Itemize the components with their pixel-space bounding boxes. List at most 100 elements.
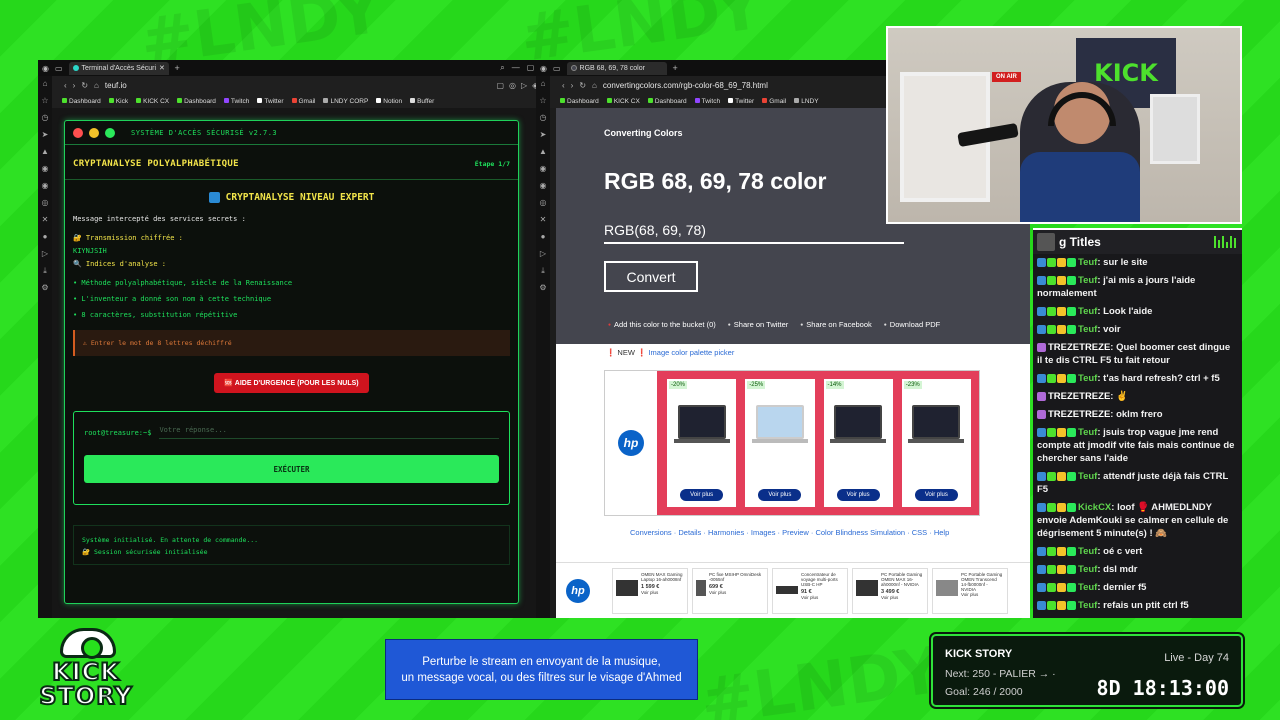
minimize-dot-icon[interactable] [89, 127, 99, 138]
chat-username[interactable]: TREZETREZE [1048, 342, 1110, 353]
bookmark-item[interactable]: Dashboard [647, 98, 687, 105]
forward-icon[interactable]: › [73, 81, 76, 90]
chat-username[interactable]: Teuf [1078, 600, 1097, 611]
close-dot-icon[interactable] [73, 127, 83, 138]
settings-icon[interactable]: ⚙ [41, 284, 48, 292]
ad-product[interactable]: PC Portable Gaming OMEN Transcend 14-fb0… [932, 567, 1008, 614]
hp-advertisement[interactable]: hp -20% Voir plus -25% Voir plus -14% Vo… [604, 370, 980, 516]
play-icon[interactable]: ▷ [540, 250, 546, 258]
camera-icon[interactable]: ◎ [509, 81, 516, 90]
ai-icon[interactable]: ▲ [539, 148, 547, 156]
see-more-button[interactable]: Voir plus [836, 489, 880, 501]
menu-icon[interactable]: ◉ [540, 64, 547, 73]
tabs-icon[interactable]: ▭ [55, 64, 63, 73]
maximize-dot-icon[interactable] [105, 127, 115, 138]
settings-icon[interactable]: ⚙ [539, 284, 546, 292]
bookmark-item[interactable]: KICK CX [606, 98, 640, 105]
download-icon[interactable]: ⤓ [43, 267, 47, 275]
chat-username[interactable]: Teuf [1078, 427, 1097, 438]
star-icon[interactable]: ☆ [41, 97, 48, 105]
history-icon[interactable]: ◷ [540, 114, 547, 122]
bookmark-item[interactable]: Dashboard [62, 98, 101, 105]
chat-username[interactable]: KickCX [1078, 502, 1111, 513]
x-icon[interactable]: ✕ [540, 216, 547, 224]
share-facebook-link[interactable]: Share on Facebook [800, 320, 871, 329]
chat-username[interactable]: Teuf [1078, 373, 1097, 384]
ad-product[interactable]: -20% Voir plus [667, 379, 737, 507]
ad-product[interactable]: -25% Voir plus [745, 379, 815, 507]
spotify-icon[interactable]: ● [541, 233, 546, 241]
home-icon[interactable]: ⌂ [43, 80, 48, 88]
bookmark-item[interactable]: LNDY [794, 98, 819, 105]
chat-username[interactable]: Teuf [1078, 275, 1097, 286]
bookmark-item[interactable]: Kick [108, 98, 128, 105]
url-field[interactable]: teuf.io [105, 81, 491, 90]
bookmark-item[interactable]: Twitch [694, 98, 720, 105]
chat-username[interactable]: Teuf [1078, 564, 1097, 575]
chat-username[interactable]: Teuf [1078, 471, 1097, 482]
share-twitter-link[interactable]: Share on Twitter [728, 320, 788, 329]
reload-icon[interactable]: ↻ [81, 81, 88, 90]
instagram-icon[interactable]: ◎ [540, 199, 547, 207]
execute-button[interactable]: EXÉCUTER [84, 455, 499, 483]
back-icon[interactable]: ‹ [562, 81, 565, 90]
chat-username[interactable]: TREZETREZE [1048, 409, 1110, 420]
send-icon[interactable]: ➤ [42, 131, 49, 139]
menu-icon[interactable]: ◉ [42, 64, 49, 73]
see-more-link[interactable]: Voir plus [801, 595, 844, 600]
instagram-icon[interactable]: ◎ [42, 199, 49, 207]
see-more-link[interactable]: Voir plus [881, 595, 924, 600]
page-nav-links[interactable]: Conversions · Details · Harmonies · Imag… [630, 528, 949, 537]
ai-icon[interactable]: ▲ [41, 148, 49, 156]
bookmark-item[interactable]: Twitter [728, 98, 754, 105]
bookmark-item[interactable]: Twitch [223, 98, 249, 105]
history-icon[interactable]: ◷ [42, 114, 49, 122]
home-icon[interactable]: ⌂ [94, 81, 99, 90]
forward-icon[interactable]: › [571, 81, 574, 90]
color-input[interactable]: RGB(68, 69, 78) [604, 222, 904, 244]
see-more-link[interactable]: Voir plus [709, 590, 764, 595]
chat-username[interactable]: TREZETREZE [1048, 391, 1110, 402]
x-icon[interactable]: ✕ [42, 216, 49, 224]
chat-username[interactable]: Teuf [1078, 257, 1097, 268]
site-brand[interactable]: Converting Colors [604, 128, 683, 138]
bookmark-item[interactable]: KICK CX [136, 98, 169, 105]
tabs-icon[interactable]: ▭ [553, 64, 561, 73]
answer-input[interactable]: Votre réponse... [159, 426, 499, 439]
bookmark-item[interactable]: LNDY CORP [323, 98, 368, 105]
see-more-link[interactable]: Voir plus [641, 590, 684, 595]
ad-product[interactable]: -23% Voir plus [901, 379, 971, 507]
emergency-help-button[interactable]: 🆘 AIDE D'URGENCE (POUR LES NULS) [214, 373, 369, 393]
ad-product[interactable]: PC fixe MSIHP OmniDesk -0055nf 699 € Voir … [692, 567, 768, 614]
play-icon[interactable]: ▷ [42, 250, 48, 258]
search-icon[interactable]: ⌕ [500, 63, 504, 73]
bookmark-item[interactable]: Buffer [410, 98, 434, 105]
download-pdf-link[interactable]: Download PDF [884, 320, 940, 329]
home-icon[interactable]: ⌂ [592, 81, 597, 90]
play-icon[interactable]: ▷ [521, 81, 527, 90]
home-icon[interactable]: ⌂ [541, 80, 546, 88]
see-more-button[interactable]: Voir plus [680, 489, 724, 501]
bottom-hp-advertisement[interactable]: hp OMEN MAX Gaming Laptop 16-ah0008nf 1 5… [556, 562, 1030, 618]
ad-product[interactable]: PC Portable Gaming OMEN MAX 16-ah0000nf … [852, 567, 928, 614]
convert-button[interactable]: Convert [604, 261, 698, 292]
back-icon[interactable]: ‹ [64, 81, 67, 90]
see-more-button[interactable]: Voir plus [758, 489, 802, 501]
bookmark-item[interactable]: Dashboard [560, 98, 599, 105]
tab-color[interactable]: RGB 68, 69, 78 color [566, 61, 667, 75]
close-tab-icon[interactable]: ✕ [159, 64, 165, 72]
chat-username[interactable]: Teuf [1078, 582, 1097, 593]
bookmark-item[interactable]: Notion [376, 98, 402, 105]
add-to-bucket-link[interactable]: Add this color to the bucket (0) [608, 320, 716, 329]
download-icon[interactable]: ⤓ [541, 267, 545, 275]
chat-username[interactable]: Teuf [1078, 306, 1097, 317]
reload-icon[interactable]: ↻ [579, 81, 586, 90]
see-more-link[interactable]: Voir plus [961, 592, 1004, 597]
ad-product[interactable]: Concentrateur de voyage multi-ports USB-… [772, 567, 848, 614]
bookmark-icon[interactable]: ▢ [496, 81, 504, 90]
messenger-icon[interactable]: ◉ [540, 165, 547, 173]
messenger-icon[interactable]: ◉ [42, 165, 49, 173]
chat-username[interactable]: Teuf [1078, 324, 1097, 335]
chat-username[interactable]: Teuf [1078, 546, 1097, 557]
send-icon[interactable]: ➤ [540, 131, 547, 139]
